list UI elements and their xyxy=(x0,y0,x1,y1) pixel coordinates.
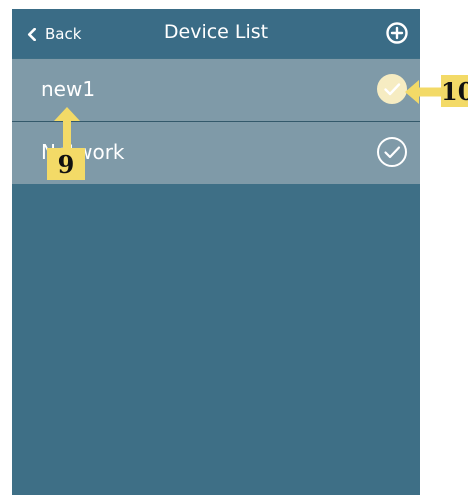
top-bar: Back Device List xyxy=(12,9,420,58)
check-circle-icon[interactable] xyxy=(376,73,408,105)
annotation-badge-9: 9 xyxy=(47,148,85,180)
annotation-arrow-10 xyxy=(405,80,445,104)
annotation-badge-10: 10 xyxy=(441,75,468,107)
app-screen: Back Device List new1 Network xyxy=(12,9,420,495)
check-circle-icon[interactable] xyxy=(376,136,408,168)
device-name: new1 xyxy=(41,77,96,101)
page-title: Device List xyxy=(163,21,269,43)
plus-circle-icon[interactable] xyxy=(386,22,408,44)
